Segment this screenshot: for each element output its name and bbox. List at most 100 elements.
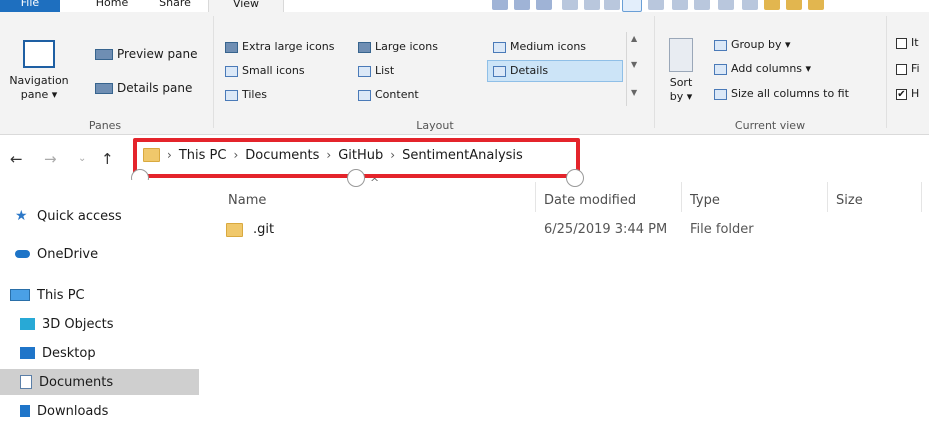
file-name: .git (253, 222, 275, 237)
draw-icon[interactable] (492, 0, 508, 10)
panes-group-label: Panes (88, 119, 122, 132)
sort-by-sub-label: by ▾ (669, 90, 693, 103)
resize-handle-right[interactable] (566, 169, 584, 187)
preview-pane-button[interactable]: Preview pane (95, 47, 197, 61)
scroll-down-icon[interactable]: ▼ (631, 60, 637, 69)
size-columns-icon (714, 88, 727, 100)
current-view-group-label: Current view (734, 119, 806, 132)
hidden-items-checkbox[interactable]: ✔ (896, 88, 907, 100)
column-divider[interactable] (921, 182, 922, 212)
document-icon (20, 375, 32, 389)
preview-pane-icon (95, 48, 113, 60)
group-by-label: Group by ▾ (731, 38, 791, 51)
tiles-button[interactable]: Tiles (225, 88, 267, 102)
extra-large-icons-icon (225, 41, 238, 53)
computer-icon (10, 289, 30, 301)
content-view-button[interactable]: Content (358, 88, 419, 102)
cube-icon (20, 318, 35, 330)
details-pane-icon (95, 82, 113, 94)
small-icons-button[interactable]: Small icons (225, 64, 305, 78)
list-icon (358, 65, 371, 77)
highlighter-icon[interactable] (536, 0, 552, 10)
tab-view[interactable]: View (208, 0, 284, 12)
layout-gallery-scroller[interactable]: ▲ ▼ ▼ (626, 32, 645, 106)
nav-item-downloads[interactable]: Downloads (0, 398, 219, 424)
nav-item-desktop[interactable]: Desktop (0, 340, 219, 366)
item-check-boxes-option[interactable]: It (896, 36, 919, 50)
add-columns-button[interactable]: Add columns ▾ (714, 62, 811, 76)
column-divider[interactable] (827, 182, 828, 212)
attach-icon[interactable] (764, 0, 780, 10)
small-icons-icon (225, 65, 238, 77)
rectangle-icon[interactable] (562, 0, 578, 10)
navigation-pane-icon (23, 40, 55, 68)
large-icons-icon (358, 41, 371, 53)
column-header-name[interactable]: Name (228, 193, 266, 208)
ribbon-separator (886, 16, 887, 128)
navigation-pane-sub-label: pane ▾ (20, 88, 58, 101)
recent-locations-chevron-icon[interactable]: ⌄ (78, 153, 86, 164)
large-icons-button[interactable]: Large icons (358, 40, 438, 54)
ribbon: Navigation pane ▾ Preview pane Details p… (0, 12, 929, 135)
tiles-icon (225, 89, 238, 101)
extra-large-icons-button[interactable]: Extra large icons (225, 40, 334, 54)
item-check-boxes-checkbox[interactable] (896, 37, 907, 49)
tab-file[interactable]: File (0, 0, 60, 12)
add-columns-label: Add columns ▾ (731, 62, 812, 75)
ribbon-separator (654, 16, 655, 128)
file-type: File folder (690, 222, 754, 237)
sort-by-label: Sort (669, 76, 693, 89)
list-view-button[interactable]: List (358, 64, 394, 78)
text-icon[interactable] (672, 0, 688, 10)
scroll-up-icon[interactable]: ▲ (631, 34, 637, 43)
pointer-icon[interactable] (648, 0, 664, 10)
size-all-columns-button[interactable]: Size all columns to fit (714, 87, 849, 101)
table-row[interactable]: .git (226, 222, 274, 237)
nav-item-documents[interactable]: Documents (0, 369, 199, 395)
navigation-pane-label: Navigation (9, 74, 69, 87)
file-name-extensions-option[interactable]: Fi (896, 62, 920, 76)
gallery-expand-icon[interactable]: ▼ (631, 88, 637, 97)
column-divider[interactable] (681, 182, 682, 212)
group-by-button[interactable]: Group by ▾ (714, 38, 791, 52)
add-columns-icon (714, 63, 727, 75)
comment-icon[interactable] (718, 0, 734, 10)
content-icon (358, 89, 371, 101)
select-icon[interactable] (622, 0, 642, 12)
ribbon-tab-strip: File Home Share View (0, 0, 929, 12)
tab-share[interactable]: Share (150, 0, 200, 12)
file-name-extensions-checkbox[interactable] (896, 63, 907, 75)
resize-handle-middle[interactable] (347, 169, 365, 187)
nav-item-3d-objects[interactable]: 3D Objects (0, 311, 219, 337)
column-header-size[interactable]: Size (836, 193, 863, 208)
column-header-type[interactable]: Type (690, 193, 720, 208)
shape-icon[interactable] (514, 0, 530, 10)
nav-item-this-pc[interactable]: This PC (0, 282, 209, 308)
layout-group-label: Layout (416, 119, 454, 132)
nav-item-onedrive[interactable]: OneDrive (0, 241, 214, 267)
details-icon (493, 65, 506, 77)
pen-icon[interactable] (604, 0, 620, 10)
sort-by-button[interactable]: Sort by ▾ (664, 76, 698, 104)
hidden-items-option[interactable]: ✔ H (896, 87, 919, 101)
details-view-button[interactable]: Details (487, 60, 623, 82)
column-divider[interactable] (535, 182, 536, 212)
sticky-note-icon[interactable] (786, 0, 802, 10)
forward-arrow-icon[interactable]: → (44, 150, 57, 168)
details-pane-button[interactable]: Details pane (95, 81, 192, 95)
text-box-icon[interactable] (694, 0, 710, 10)
stamp-icon[interactable] (742, 0, 758, 10)
sort-indicator-icon: ^ (370, 176, 380, 189)
nav-item-quick-access[interactable]: ★ Quick access (0, 203, 214, 229)
folder-icon (226, 222, 243, 237)
emoji-icon[interactable] (808, 0, 824, 10)
medium-icons-button[interactable]: Medium icons (493, 40, 586, 54)
up-arrow-icon[interactable]: ↑ (101, 150, 114, 168)
toolbar-grip-icon (478, 0, 482, 10)
sort-by-icon (669, 38, 693, 72)
tab-home[interactable]: Home (86, 0, 138, 12)
back-arrow-icon[interactable]: ← (10, 150, 23, 168)
navigation-pane-button[interactable]: Navigation pane ▾ (3, 74, 75, 102)
column-header-date-modified[interactable]: Date modified (544, 193, 636, 208)
ellipse-icon[interactable] (584, 0, 600, 10)
